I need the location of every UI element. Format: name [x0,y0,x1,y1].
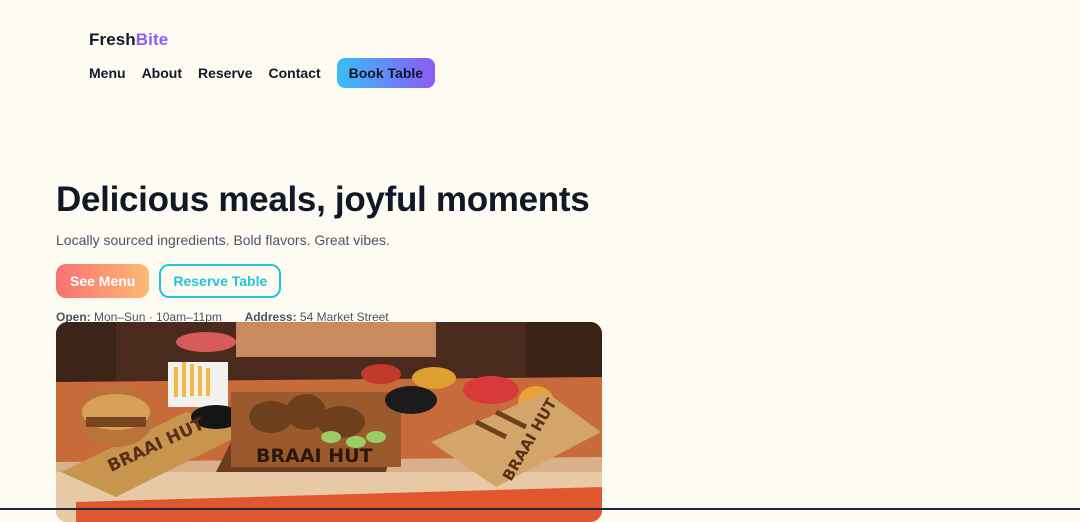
main-nav: Menu About Reserve Contact Book Table [89,58,451,88]
hero-food-image: BRAAI HUT BRAAI HUT BRAAI HUT [56,322,602,522]
food-photo-illustration: BRAAI HUT BRAAI HUT BRAAI HUT [56,322,602,522]
brand-part-2: Bite [135,30,169,49]
hero-subtitle: Locally sourced ingredients. Bold flavor… [56,232,390,248]
brand-logo[interactable]: FreshBite [89,30,451,50]
book-table-button[interactable]: Book Table [336,58,436,88]
nav-item-contact[interactable]: Contact [269,65,321,81]
see-menu-button[interactable]: See Menu [56,264,150,298]
hero-section: Delicious meals, joyful moments Locally … [56,178,616,324]
nav-item-about[interactable]: About [142,65,182,81]
nav-item-reserve[interactable]: Reserve [198,65,253,81]
hero-buttons: See Menu Reserve Table [56,264,616,298]
nav-item-menu[interactable]: Menu [89,65,126,81]
reserve-table-button[interactable]: Reserve Table [159,264,282,298]
hero-title: Delicious meals, joyful moments [56,180,590,219]
site-header: FreshBite Menu About Reserve Contact Boo… [89,30,451,88]
board-text-center: BRAAI HUT [256,445,373,467]
brand-part-1: Fresh [89,30,136,49]
